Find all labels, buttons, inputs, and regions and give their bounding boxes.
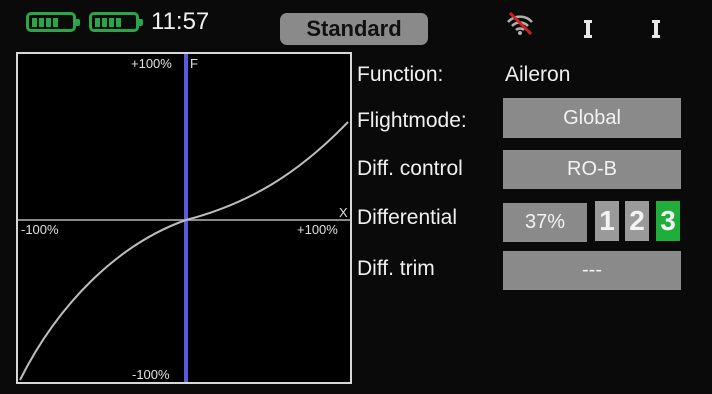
clock: 11:57 bbox=[151, 8, 210, 35]
receiver-battery-icon bbox=[89, 12, 143, 32]
x-axis-max-label: +100% bbox=[297, 222, 338, 237]
diff-trim-select[interactable]: --- bbox=[503, 251, 681, 290]
y-axis-max-label: +100% bbox=[131, 56, 172, 71]
function-label: Function: bbox=[357, 63, 444, 86]
differential-value-field[interactable]: 37% bbox=[503, 203, 587, 242]
transmitter-battery-icon bbox=[26, 12, 80, 32]
flight-mode-1-button[interactable]: 1 bbox=[595, 201, 619, 241]
diff-trim-label: Diff. trim bbox=[357, 257, 435, 280]
flight-mode-2-button[interactable]: 2 bbox=[625, 201, 649, 241]
signal-lost-icon[interactable] bbox=[505, 10, 535, 36]
sensor-icon[interactable] bbox=[583, 19, 593, 39]
x-axis-min-label: -100% bbox=[21, 222, 59, 237]
differential-curve-graph: +100% F -100% -100% +100% X bbox=[16, 52, 352, 384]
axis-f-label: F bbox=[190, 56, 198, 71]
y-axis-min-label: -100% bbox=[132, 367, 170, 382]
flight-mode-3-button[interactable]: 3 bbox=[656, 201, 680, 241]
diff-control-select[interactable]: RO-B bbox=[503, 150, 681, 189]
status-bar: 11:57 Standard bbox=[0, 0, 712, 45]
diff-control-label: Diff. control bbox=[357, 157, 463, 180]
flightmode-label: Flightmode: bbox=[357, 109, 467, 132]
flightmode-select[interactable]: Global bbox=[503, 98, 681, 138]
function-value: Aileron bbox=[505, 63, 571, 86]
model-name-button[interactable]: Standard bbox=[280, 13, 428, 45]
differential-label: Differential bbox=[357, 206, 457, 229]
curve-plot bbox=[18, 54, 350, 382]
sensor-icon[interactable] bbox=[651, 19, 661, 39]
axis-x-label: X bbox=[339, 205, 348, 220]
